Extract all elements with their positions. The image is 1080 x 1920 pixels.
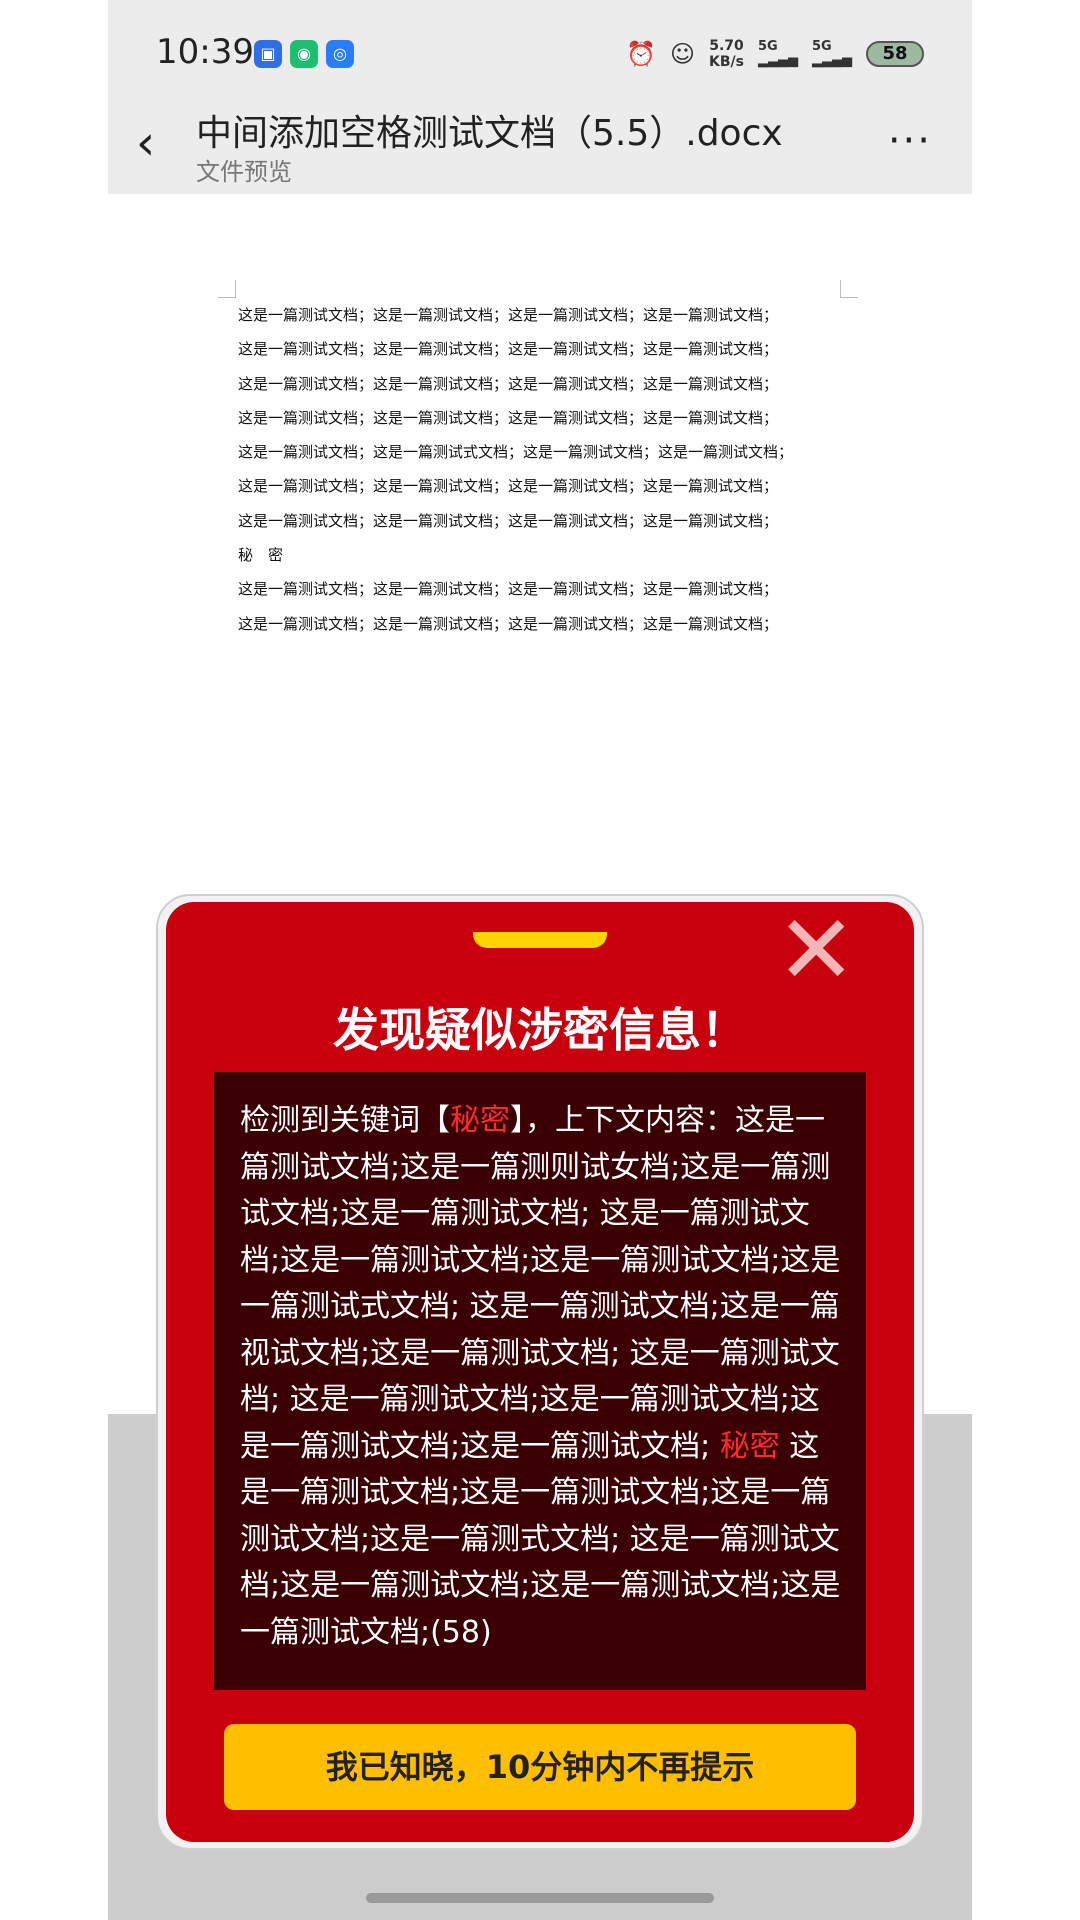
message-box[interactable]: 检测到关键词【秘密】，上下文内容：这是一篇测试文档;这是一篇测则试女档;这是一篇…: [214, 1072, 866, 1690]
alarm-icon: ⏰: [626, 40, 656, 68]
document-line: 这是一篇测试文档；这是一篇测试文档；这是一篇测试文档；这是一篇测试文档；: [238, 511, 779, 530]
back-icon[interactable]: ‹: [136, 118, 176, 168]
document-body: 这是一篇测试文档；这是一篇测试文档；这是一篇测试文档；这是一篇测试文档； 这是一…: [238, 298, 838, 641]
wechat-app-icon: ◉: [290, 40, 318, 68]
status-bar: 10:39 ▣ ◉ ◎ ⏰ ☺ 5.70 KB/s 5G ▂▃▄▅ 5G ▂▃▄▅ …: [108, 0, 972, 100]
page-corner-mark: [218, 280, 236, 298]
document-subtitle: 文件预览: [196, 158, 292, 186]
right-margin: [972, 0, 1080, 1920]
document-line: 这是一篇测试文档；这是一篇测试文档；这是一篇测试文档；这是一篇测试文档；: [238, 580, 779, 599]
message-text: 检测到关键词【秘密】，上下文内容：这是一篇测试文档;这是一篇测则试女档;这是一篇…: [240, 1103, 841, 1650]
more-options-icon[interactable]: ···: [888, 118, 932, 164]
phone-screen: 10:39 ▣ ◉ ◎ ⏰ ☺ 5.70 KB/s 5G ▂▃▄▅ 5G ▂▃▄▅ …: [108, 0, 972, 1920]
document-line: 秘 密: [238, 546, 284, 565]
dialog-handle: [473, 932, 607, 948]
left-margin: [0, 0, 108, 1920]
dialog-title: 发现疑似涉密信息！: [333, 1003, 747, 1057]
keyword-highlight: 秘密: [450, 1103, 510, 1138]
document-line: 这是一篇测试文档；这是一篇测试文档；这是一篇测试文档；这是一篇测试文档；: [238, 408, 779, 427]
document-line: 这是一篇测试文档；这是一篇测试式文档；这是一篇测试文档；这是一篇测试文档；: [238, 443, 794, 462]
acknowledge-button[interactable]: 我已知晓，10分钟内不再提示: [224, 1724, 856, 1810]
signal-bars-icon: ▂▃▄▅: [758, 53, 798, 68]
network-speed: 5.70 KB/s: [709, 38, 744, 70]
document-line: 这是一篇测试文档；这是一篇测试文档；这是一篇测试文档；这是一篇测试文档；: [238, 374, 779, 393]
secret-warning-dialog: ✕ 发现疑似涉密信息！ 检测到关键词【秘密】，上下文内容：这是一篇测试文档;这是…: [166, 902, 914, 1842]
keyword-highlight: 秘密: [719, 1428, 780, 1464]
signal-sim1: 5G ▂▃▄▅: [758, 39, 798, 68]
signal-bars-icon: ▂▃▄▅: [812, 53, 852, 68]
signal-sim2: 5G ▂▃▄▅: [812, 39, 852, 68]
close-icon[interactable]: ✕: [776, 902, 856, 998]
document-line: 这是一篇测试文档；这是一篇测试文档；这是一篇测试文档；这是一篇测试文档；: [238, 340, 779, 359]
status-time: 10:39: [156, 32, 254, 72]
page-corner-mark: [840, 280, 858, 298]
document-title: 中间添加空格测试文档（5.5）.docx: [196, 113, 783, 154]
broadcast-app-icon: ◎: [326, 40, 354, 68]
top-bar: 10:39 ▣ ◉ ◎ ⏰ ☺ 5.70 KB/s 5G ▂▃▄▅ 5G ▂▃▄▅ …: [108, 0, 972, 194]
home-indicator[interactable]: [366, 1893, 714, 1903]
status-right: ⏰ ☺ 5.70 KB/s 5G ▂▃▄▅ 5G ▂▃▄▅ 58: [626, 36, 924, 72]
mascot-icon: ☺: [670, 40, 696, 68]
document-line: 这是一篇测试文档；这是一篇测试文档；这是一篇测试文档；这是一篇测试文档；: [238, 477, 779, 496]
battery-indicator: 58: [866, 41, 924, 67]
cloud-app-icon: ▣: [254, 40, 282, 68]
document-line: 这是一篇测试文档；这是一篇测试文档；这是一篇测试文档；这是一篇测试文档；: [238, 614, 779, 633]
document-line: 这是一篇测试文档；这是一篇测试文档；这是一篇测试文档；这是一篇测试文档；: [238, 306, 779, 324]
